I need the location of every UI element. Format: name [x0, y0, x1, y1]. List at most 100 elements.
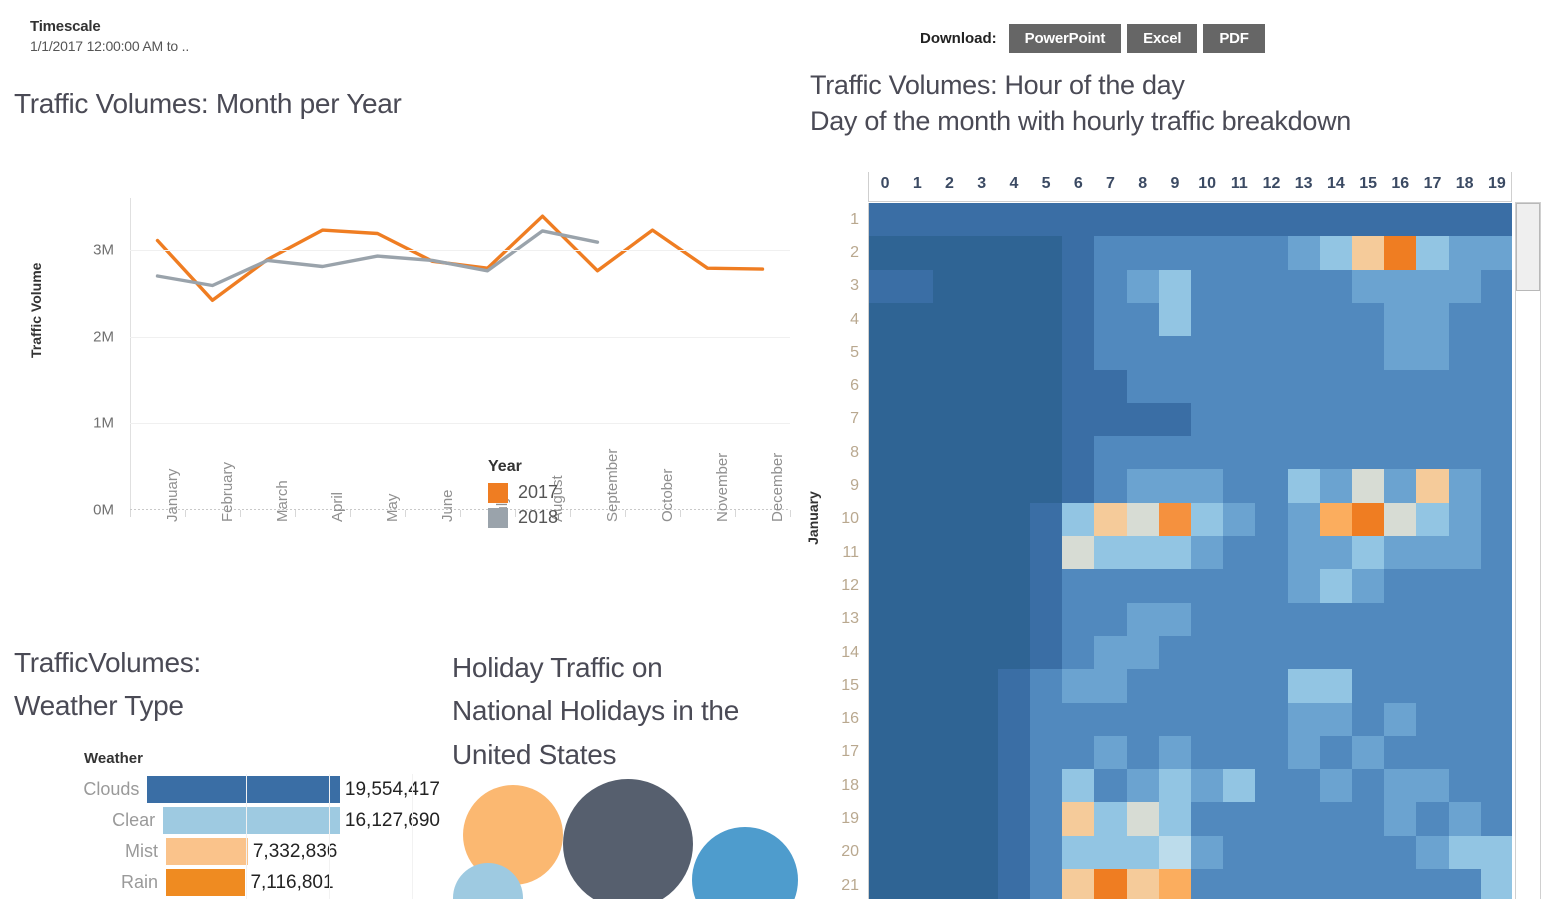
- heatmap-cell[interactable]: [1126, 469, 1160, 504]
- heatmap-cell[interactable]: [1191, 769, 1224, 803]
- weather-bar-row[interactable]: Rain 7,116,801: [0, 867, 440, 898]
- heatmap-cell[interactable]: [901, 469, 934, 504]
- heatmap-cell[interactable]: [1384, 602, 1417, 637]
- heatmap-cell[interactable]: [965, 569, 999, 604]
- heatmap-cell[interactable]: [1030, 269, 1063, 304]
- heatmap-cell[interactable]: [1384, 669, 1417, 704]
- heatmap-cell[interactable]: [1287, 602, 1321, 637]
- heatmap-cell[interactable]: [1255, 203, 1289, 237]
- heatmap-cell[interactable]: [997, 702, 1031, 737]
- heatmap-cell[interactable]: [1094, 536, 1128, 570]
- heatmap-cell[interactable]: [1094, 569, 1128, 604]
- heatmap-cell[interactable]: [1255, 502, 1289, 537]
- heatmap-cell[interactable]: [965, 702, 999, 737]
- heatmap-cell[interactable]: [1191, 336, 1224, 371]
- heatmap-cell[interactable]: [1094, 769, 1128, 803]
- heatmap-cell[interactable]: [965, 369, 999, 404]
- heatmap-cell[interactable]: [1287, 869, 1321, 899]
- heatmap-cell[interactable]: [997, 569, 1031, 604]
- heatmap-cell[interactable]: [1287, 802, 1321, 837]
- weather-bar[interactable]: [147, 776, 340, 803]
- heatmap-cell[interactable]: [1223, 802, 1256, 837]
- heatmap-cell[interactable]: [965, 336, 999, 371]
- heatmap-cell[interactable]: [1319, 769, 1353, 803]
- heatmap-cell[interactable]: [965, 469, 999, 504]
- heatmap-cell[interactable]: [1223, 469, 1256, 504]
- heatmap-cell[interactable]: [869, 869, 902, 899]
- heatmap-cell[interactable]: [1223, 735, 1256, 770]
- heatmap-cell[interactable]: [997, 769, 1031, 803]
- heatmap-cell[interactable]: [1062, 203, 1095, 237]
- heatmap-cell[interactable]: [1416, 469, 1450, 504]
- heatmap-cell[interactable]: [1158, 735, 1192, 770]
- heatmap-cell[interactable]: [1255, 835, 1289, 870]
- heatmap-cell[interactable]: [997, 536, 1031, 570]
- heatmap-cell[interactable]: [1480, 835, 1512, 870]
- heatmap-cell[interactable]: [1126, 436, 1160, 470]
- heatmap-cell[interactable]: [1416, 536, 1450, 570]
- heatmap-cell[interactable]: [1480, 669, 1512, 704]
- heatmap-cell[interactable]: [1191, 802, 1224, 837]
- heatmap-cell[interactable]: [1448, 702, 1482, 737]
- heatmap-cell[interactable]: [1223, 269, 1256, 304]
- heatmap-cell[interactable]: [1255, 569, 1289, 604]
- heatmap-cell[interactable]: [1480, 635, 1512, 670]
- legend-item-2018[interactable]: 2018: [488, 507, 558, 528]
- heatmap-cell[interactable]: [1126, 536, 1160, 570]
- heatmap-cell[interactable]: [1030, 602, 1063, 637]
- heatmap-cell[interactable]: [901, 669, 934, 704]
- heatmap-cell[interactable]: [1448, 536, 1482, 570]
- heatmap-cell[interactable]: [933, 536, 967, 570]
- heatmap-cell[interactable]: [1223, 702, 1256, 737]
- heatmap-cell[interactable]: [1191, 669, 1224, 704]
- heatmap-cell[interactable]: [1416, 769, 1450, 803]
- heatmap-cell[interactable]: [1319, 569, 1353, 604]
- heatmap-cell[interactable]: [1255, 635, 1289, 670]
- heatmap-cell[interactable]: [1416, 302, 1450, 337]
- heatmap-cell[interactable]: [1255, 735, 1289, 770]
- heatmap-cell[interactable]: [1126, 602, 1160, 637]
- heatmap-cell[interactable]: [1126, 835, 1160, 870]
- heatmap-cell[interactable]: [1352, 802, 1385, 837]
- heatmap-cell[interactable]: [1416, 369, 1450, 404]
- heatmap-cell[interactable]: [1287, 735, 1321, 770]
- heatmap-cell[interactable]: [869, 835, 902, 870]
- heatmap-cell[interactable]: [1223, 502, 1256, 537]
- heatmap-cell[interactable]: [997, 802, 1031, 837]
- heatmap-cell[interactable]: [1448, 369, 1482, 404]
- heatmap-cell[interactable]: [869, 569, 902, 604]
- heatmap-cell[interactable]: [1030, 402, 1063, 437]
- heatmap-cell[interactable]: [1223, 769, 1256, 803]
- heatmap-cell[interactable]: [1352, 536, 1385, 570]
- heatmap-cell[interactable]: [1448, 203, 1482, 237]
- heatmap-cell[interactable]: [1287, 702, 1321, 737]
- heatmap-cell[interactable]: [1480, 702, 1512, 737]
- heatmap-cell[interactable]: [1416, 569, 1450, 604]
- heatmap-cell[interactable]: [1319, 735, 1353, 770]
- heatmap-cell[interactable]: [1448, 735, 1482, 770]
- heatmap-cell[interactable]: [1094, 236, 1128, 271]
- heatmap-cell[interactable]: [1319, 669, 1353, 704]
- heatmap-cell[interactable]: [965, 502, 999, 537]
- heatmap-cell[interactable]: [1158, 569, 1192, 604]
- heatmap-cell[interactable]: [1030, 735, 1063, 770]
- heatmap-cell[interactable]: [901, 269, 934, 304]
- heatmap-cell[interactable]: [1223, 369, 1256, 404]
- heatmap-cell[interactable]: [901, 402, 934, 437]
- heatmap-cell[interactable]: [1319, 203, 1353, 237]
- heatmap-cell[interactable]: [869, 369, 902, 404]
- heatmap-cell[interactable]: [1448, 336, 1482, 371]
- heatmap-cell[interactable]: [1158, 502, 1192, 537]
- heatmap-cell[interactable]: [1480, 802, 1512, 837]
- heatmap-cell[interactable]: [1448, 436, 1482, 470]
- heatmap-cell[interactable]: [1287, 269, 1321, 304]
- heatmap-cell[interactable]: [1352, 835, 1385, 870]
- heatmap-cell[interactable]: [1062, 669, 1095, 704]
- heatmap-cell[interactable]: [933, 669, 967, 704]
- heatmap-cell[interactable]: [1158, 702, 1192, 737]
- heatmap-cell[interactable]: [1480, 769, 1512, 803]
- download-pdf-button[interactable]: PDF: [1203, 24, 1265, 53]
- heatmap-cell[interactable]: [1255, 769, 1289, 803]
- heatmap-cell[interactable]: [1287, 336, 1321, 371]
- heatmap-cell[interactable]: [1416, 869, 1450, 899]
